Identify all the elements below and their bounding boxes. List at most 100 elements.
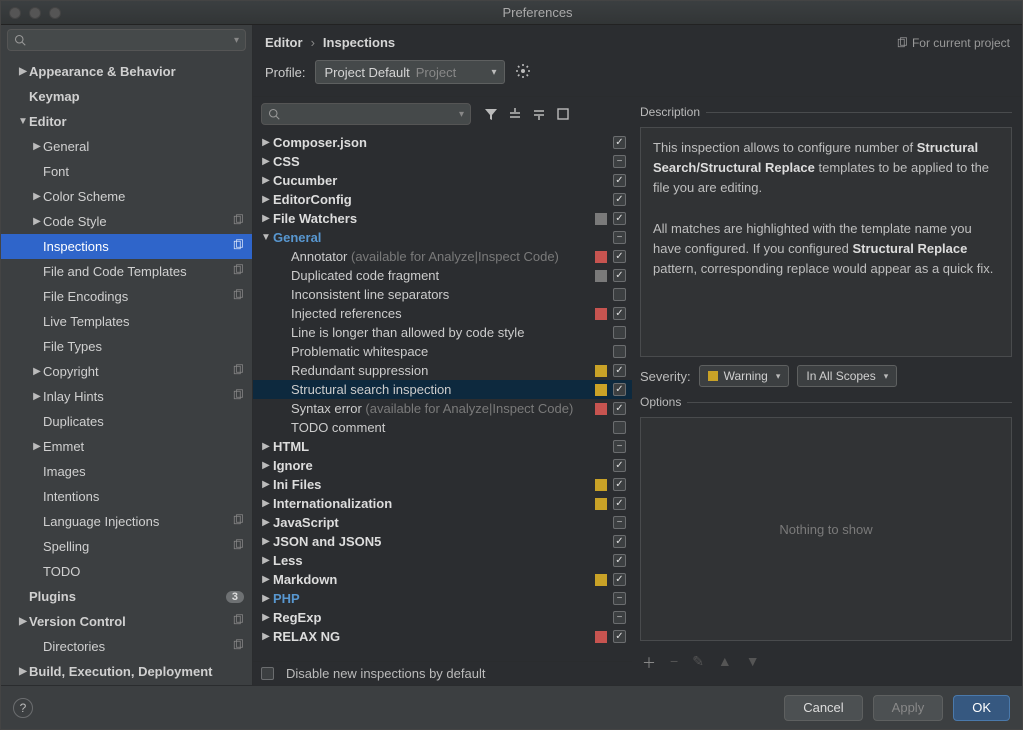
inspection-json-and-json5[interactable]: ▶JSON and JSON5 — [253, 532, 632, 551]
inspection-duplicated-code-fragment[interactable]: Duplicated code fragment — [253, 266, 632, 285]
inspection-file-watchers[interactable]: ▶File Watchers — [253, 209, 632, 228]
severity-combo[interactable]: Warning ▾ — [699, 365, 790, 387]
inspection-general[interactable]: ▼General — [253, 228, 632, 247]
inspection-css[interactable]: ▶CSS — [253, 152, 632, 171]
up-icon[interactable]: ▲ — [718, 653, 732, 673]
gear-icon[interactable] — [515, 63, 531, 82]
sidebar-item-general[interactable]: ▶General — [1, 134, 252, 159]
sidebar-item-file-types[interactable]: File Types — [1, 334, 252, 359]
reset-icon[interactable] — [555, 106, 571, 122]
minimize-icon[interactable] — [29, 7, 41, 19]
inspection-checkbox[interactable] — [613, 364, 626, 377]
traffic-lights[interactable] — [9, 7, 61, 19]
inspection-html[interactable]: ▶HTML — [253, 437, 632, 456]
close-icon[interactable] — [9, 7, 21, 19]
inspection-checkbox[interactable] — [613, 554, 626, 567]
inspection-redundant-suppression[interactable]: Redundant suppression — [253, 361, 632, 380]
remove-icon[interactable]: − — [670, 653, 678, 673]
sidebar-item-live-templates[interactable]: Live Templates — [1, 309, 252, 334]
sidebar-item-emmet[interactable]: ▶Emmet — [1, 434, 252, 459]
inspection-checkbox[interactable] — [613, 478, 626, 491]
inspection-checkbox[interactable] — [613, 440, 626, 453]
inspection-checkbox[interactable] — [613, 459, 626, 472]
inspection-ignore[interactable]: ▶Ignore — [253, 456, 632, 475]
ok-button[interactable]: OK — [953, 695, 1010, 721]
inspection-checkbox[interactable] — [613, 231, 626, 244]
help-button[interactable]: ? — [13, 698, 33, 718]
inspection-structural-search-inspection[interactable]: Structural search inspection — [253, 380, 632, 399]
sidebar-item-todo[interactable]: TODO — [1, 559, 252, 584]
inspection-checkbox[interactable] — [613, 611, 626, 624]
sidebar-item-intentions[interactable]: Intentions — [1, 484, 252, 509]
inspection-javascript[interactable]: ▶JavaScript — [253, 513, 632, 532]
inspection-line-is-longer-than-allowed-by-code-style[interactable]: Line is longer than allowed by code styl… — [253, 323, 632, 342]
inspection-checkbox[interactable] — [613, 155, 626, 168]
apply-button[interactable]: Apply — [873, 695, 944, 721]
sidebar-item-color-scheme[interactable]: ▶Color Scheme — [1, 184, 252, 209]
inspection-checkbox[interactable] — [613, 573, 626, 586]
expand-all-icon[interactable] — [507, 106, 523, 122]
inspection-injected-references[interactable]: Injected references — [253, 304, 632, 323]
add-icon[interactable]: ＋ — [642, 653, 656, 673]
inspection-editorconfig[interactable]: ▶EditorConfig — [253, 190, 632, 209]
inspection-markdown[interactable]: ▶Markdown — [253, 570, 632, 589]
sidebar-item-build-execution-deployment[interactable]: ▶Build, Execution, Deployment — [1, 659, 252, 684]
collapse-all-icon[interactable] — [531, 106, 547, 122]
inspection-checkbox[interactable] — [613, 630, 626, 643]
sidebar-item-keymap[interactable]: Keymap — [1, 84, 252, 109]
inspection-internationalization[interactable]: ▶Internationalization — [253, 494, 632, 513]
inspection-inconsistent-line-separators[interactable]: Inconsistent line separators — [253, 285, 632, 304]
sidebar-item-directories[interactable]: Directories — [1, 634, 252, 659]
inspections-search[interactable]: ▾ — [261, 103, 471, 125]
inspection-syntax-error[interactable]: Syntax error (available for Analyze|Insp… — [253, 399, 632, 418]
inspection-relax-ng[interactable]: ▶RELAX NG — [253, 627, 632, 646]
inspection-checkbox[interactable] — [613, 212, 626, 225]
sidebar-item-version-control[interactable]: ▶Version Control — [1, 609, 252, 634]
inspection-checkbox[interactable] — [613, 288, 626, 301]
inspection-cucumber[interactable]: ▶Cucumber — [253, 171, 632, 190]
sidebar-item-file-encodings[interactable]: File Encodings — [1, 284, 252, 309]
profile-combo[interactable]: Project Default Project ▾ — [315, 60, 505, 84]
sidebar-item-appearance-behavior[interactable]: ▶Appearance & Behavior — [1, 59, 252, 84]
inspection-checkbox[interactable] — [613, 592, 626, 605]
inspection-todo-comment[interactable]: TODO comment — [253, 418, 632, 437]
inspection-checkbox[interactable] — [613, 535, 626, 548]
inspection-checkbox[interactable] — [613, 269, 626, 282]
filter-icon[interactable] — [483, 106, 499, 122]
sidebar-item-inspections[interactable]: Inspections — [1, 234, 252, 259]
sidebar-search[interactable]: ▾ — [7, 29, 246, 51]
sidebar-item-editor[interactable]: ▼Editor — [1, 109, 252, 134]
disable-new-inspections-checkbox[interactable] — [261, 667, 274, 680]
scope-combo[interactable]: In All Scopes ▾ — [797, 365, 897, 387]
sidebar-item-duplicates[interactable]: Duplicates — [1, 409, 252, 434]
inspection-checkbox[interactable] — [613, 345, 626, 358]
sidebar-item-spelling[interactable]: Spelling — [1, 534, 252, 559]
inspection-php[interactable]: ▶PHP — [253, 589, 632, 608]
sidebar-item-language-injections[interactable]: Language Injections — [1, 509, 252, 534]
sidebar-item-code-style[interactable]: ▶Code Style — [1, 209, 252, 234]
inspection-checkbox[interactable] — [613, 174, 626, 187]
sidebar-item-images[interactable]: Images — [1, 459, 252, 484]
inspection-checkbox[interactable] — [613, 402, 626, 415]
inspection-checkbox[interactable] — [613, 516, 626, 529]
inspection-checkbox[interactable] — [613, 136, 626, 149]
sidebar-item-inlay-hints[interactable]: ▶Inlay Hints — [1, 384, 252, 409]
zoom-icon[interactable] — [49, 7, 61, 19]
inspection-checkbox[interactable] — [613, 326, 626, 339]
inspection-less[interactable]: ▶Less — [253, 551, 632, 570]
inspection-annotator[interactable]: Annotator (available for Analyze|Inspect… — [253, 247, 632, 266]
inspection-problematic-whitespace[interactable]: Problematic whitespace — [253, 342, 632, 361]
inspection-regexp[interactable]: ▶RegExp — [253, 608, 632, 627]
inspection-ini-files[interactable]: ▶Ini Files — [253, 475, 632, 494]
inspection-composer-json[interactable]: ▶Composer.json — [253, 133, 632, 152]
inspection-checkbox[interactable] — [613, 193, 626, 206]
inspection-checkbox[interactable] — [613, 383, 626, 396]
inspection-checkbox[interactable] — [613, 421, 626, 434]
inspection-checkbox[interactable] — [613, 250, 626, 263]
sidebar-item-plugins[interactable]: Plugins3 — [1, 584, 252, 609]
inspection-checkbox[interactable] — [613, 307, 626, 320]
sidebar-item-copyright[interactable]: ▶Copyright — [1, 359, 252, 384]
sidebar-item-font[interactable]: Font — [1, 159, 252, 184]
edit-icon[interactable]: ✎ — [692, 653, 704, 673]
cancel-button[interactable]: Cancel — [784, 695, 862, 721]
